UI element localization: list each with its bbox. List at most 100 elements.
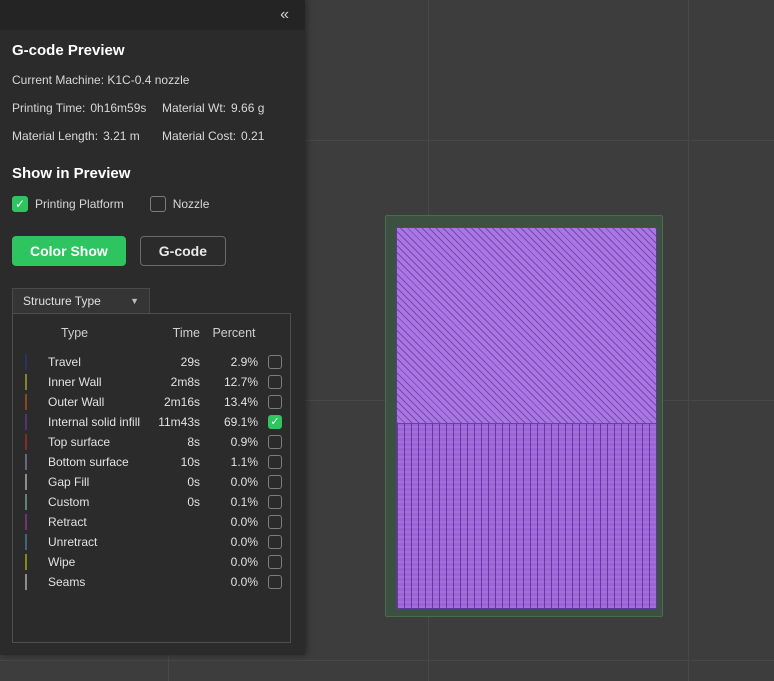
show-options: Printing Platform Nozzle [12, 196, 293, 212]
printing-time-stat: Printing Time: 0h16m59s [12, 101, 162, 115]
material-length-label: Material Length: [12, 129, 99, 143]
table-row: Gap Fill 0s 0.0% [25, 472, 282, 492]
row-checkbox[interactable] [268, 535, 282, 549]
type-color-swatch [25, 374, 27, 390]
table-row: Inner Wall 2m8s 12.7% [25, 372, 282, 392]
gcode-preview-panel: « G-code Preview Current Machine: K1C-0.… [0, 0, 305, 655]
panel-header-bar: « [0, 0, 305, 30]
type-label: Seams [48, 575, 86, 589]
table-row: Seams 0.0% [25, 572, 282, 592]
table-row: Wipe 0.0% [25, 552, 282, 572]
time-value: 0s [187, 495, 200, 509]
row-checkbox[interactable] [268, 515, 282, 529]
row-checkbox[interactable] [268, 375, 282, 389]
row-checkbox[interactable] [268, 475, 282, 489]
type-label: Outer Wall [48, 395, 105, 409]
structure-type-label: Structure Type [23, 294, 101, 308]
type-color-swatch [25, 454, 27, 470]
percent-value: 13.4% [223, 395, 258, 409]
type-label: Wipe [48, 555, 76, 569]
type-color-swatch [25, 514, 27, 530]
row-checkbox[interactable] [268, 415, 282, 429]
page-title: G-code Preview [12, 42, 125, 59]
printing-time-value: 0h16m59s [90, 101, 147, 115]
preview-option[interactable]: Printing Platform [12, 196, 124, 212]
option-checkbox[interactable] [12, 196, 28, 212]
table-row: Unretract 0.0% [25, 532, 282, 552]
color-show-button[interactable]: Color Show [12, 236, 126, 266]
percent-value: 0.0% [230, 575, 258, 589]
row-checkbox[interactable] [268, 355, 282, 369]
time-value: 2m8s [170, 375, 200, 389]
type-color-swatch [25, 414, 27, 430]
material-wt-stat: Material Wt: 9.66 g [162, 101, 264, 115]
time-value: 8s [187, 435, 200, 449]
preview-option[interactable]: Nozzle [149, 196, 210, 212]
chevron-down-icon: ▼ [130, 296, 139, 306]
table-row: Outer Wall 2m16s 13.4% [25, 392, 282, 412]
time-value: 11m43s [158, 415, 200, 429]
material-wt-value: 9.66 g [231, 101, 265, 115]
percent-value: 0.1% [230, 495, 258, 509]
percent-value: 0.0% [230, 475, 258, 489]
percent-value: 1.1% [230, 455, 258, 469]
row-checkbox[interactable] [268, 395, 282, 409]
print-object-infill-top [397, 228, 656, 424]
table-header-row: Type Time Percent [25, 326, 282, 340]
gcode-button[interactable]: G-code [139, 236, 227, 266]
time-value: 0s [187, 475, 200, 489]
table-row: Top surface 8s 0.9% [25, 432, 282, 452]
percent-value: 0.9% [230, 435, 258, 449]
gcode-print-preview-object [396, 227, 657, 609]
structure-type-table: Type Time Percent Travel 29s 2.9% Inner … [12, 313, 291, 643]
percent-value: 0.0% [230, 555, 258, 569]
type-color-swatch [25, 494, 27, 510]
type-label: Travel [48, 355, 81, 369]
collapse-panel-icon[interactable]: « [274, 4, 295, 26]
type-label: Bottom surface [48, 455, 129, 469]
panel-body: G-code Preview Current Machine: K1C-0.4 … [0, 30, 305, 643]
type-color-swatch [25, 474, 27, 490]
material-cost-value: 0.21 [241, 129, 265, 143]
percent-value: 12.7% [223, 375, 258, 389]
header-percent: Percent [212, 326, 256, 340]
type-color-swatch [25, 534, 27, 550]
type-color-swatch [25, 394, 27, 410]
header-type: Type [61, 326, 89, 340]
row-checkbox[interactable] [268, 555, 282, 569]
structure-type-dropdown[interactable]: Structure Type ▼ [12, 288, 150, 313]
option-label: Printing Platform [35, 197, 124, 211]
table-row: Retract 0.0% [25, 512, 282, 532]
type-color-swatch [25, 354, 27, 370]
material-cost-stat: Material Cost: 0.21 [162, 129, 264, 143]
time-value: 2m16s [163, 395, 200, 409]
row-checkbox[interactable] [268, 435, 282, 449]
row-checkbox[interactable] [268, 575, 282, 589]
type-label: Retract [48, 515, 87, 529]
row-checkbox[interactable] [268, 495, 282, 509]
stats-row-2: Material Length: 3.21 m Material Cost: 0… [12, 129, 293, 143]
percent-value: 69.1% [223, 415, 258, 429]
show-in-preview-title: Show in Preview [12, 165, 131, 182]
stats-row-1: Printing Time: 0h16m59s Material Wt: 9.6… [12, 101, 293, 115]
type-color-swatch [25, 434, 27, 450]
current-machine-line: Current Machine: K1C-0.4 nozzle [12, 73, 190, 87]
time-value: 29s [180, 355, 200, 369]
option-label: Nozzle [172, 197, 210, 211]
option-checkbox[interactable] [149, 196, 166, 212]
printing-time-label: Printing Time: [12, 101, 86, 115]
print-object-infill-bottom [397, 424, 656, 608]
type-label: Unretract [48, 535, 98, 549]
percent-value: 0.0% [230, 535, 258, 549]
type-label: Gap Fill [48, 475, 90, 489]
time-value: 10s [180, 455, 200, 469]
material-length-value: 3.21 m [103, 129, 140, 143]
row-checkbox[interactable] [268, 455, 282, 469]
type-color-swatch [25, 574, 27, 590]
header-time: Time [172, 326, 200, 340]
table-row: Travel 29s 2.9% [25, 352, 282, 372]
type-label: Custom [48, 495, 90, 509]
material-length-stat: Material Length: 3.21 m [12, 129, 162, 143]
table-row: Internal solid infill 11m43s 69.1% [25, 412, 282, 432]
view-mode-buttons: Color Show G-code [12, 236, 293, 266]
